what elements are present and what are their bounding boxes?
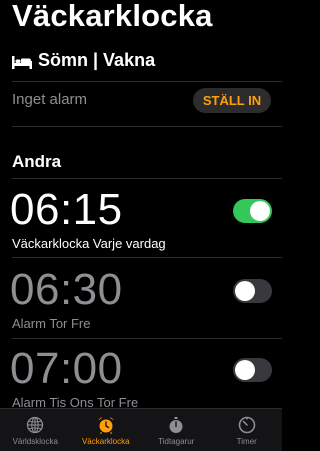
page-title: Väckarklocka xyxy=(12,0,213,33)
toggle-knob xyxy=(250,201,270,221)
alarm-toggle[interactable] xyxy=(233,358,272,382)
alarm-row[interactable]: 06:30 Alarm Tor Fre xyxy=(0,264,282,336)
divider xyxy=(12,338,282,339)
alarm-row[interactable]: 06:15 Väckarklocka Varje vardag xyxy=(0,184,282,256)
toggle-knob xyxy=(235,281,255,301)
alarm-time: 06:15 xyxy=(10,185,123,234)
alarm-toggle[interactable] xyxy=(233,279,272,303)
globe-icon xyxy=(27,416,44,434)
tab-label: Tidtagarur xyxy=(158,437,195,446)
tab-world-clock[interactable]: Världsklocka xyxy=(0,409,71,451)
tab-label: Väckarklocka xyxy=(81,437,130,446)
alarm-toggle[interactable] xyxy=(233,199,272,223)
alarm-time: 07:00 xyxy=(10,344,123,393)
alarm-time: 06:30 xyxy=(10,265,123,314)
timer-icon xyxy=(238,416,256,434)
toggle-knob xyxy=(235,360,255,380)
tab-timer[interactable]: Timer xyxy=(212,409,283,451)
tab-bar: Världsklocka Väckarklocka Tidtagarur Tim… xyxy=(0,408,282,451)
alarm-label: Väckarklocka Varje vardag xyxy=(12,236,166,251)
no-alarm-text: Inget alarm xyxy=(12,91,88,108)
tab-label: Timer xyxy=(236,437,257,446)
set-alarm-button[interactable]: STÄLL IN xyxy=(193,88,271,113)
sleep-wake-label: Sömn | Vakna xyxy=(38,49,156,70)
alarm-row[interactable]: 07:00 Alarm Tis Ons Tor Fre xyxy=(0,343,282,410)
alarm-label: Alarm Tor Fre xyxy=(12,316,91,331)
alarm-clock-icon xyxy=(98,417,114,434)
section-title: Andra xyxy=(12,152,62,171)
tab-label: Världsklocka xyxy=(12,437,58,446)
divider xyxy=(12,126,282,127)
divider xyxy=(12,178,282,179)
tab-alarm[interactable]: Väckarklocka xyxy=(71,409,142,451)
divider xyxy=(12,257,282,258)
sleep-wake-header: Sömn | Vakna xyxy=(12,48,155,72)
tab-stopwatch[interactable]: Tidtagarur xyxy=(141,409,212,451)
divider xyxy=(12,81,282,82)
bed-icon xyxy=(12,53,32,69)
stopwatch-icon xyxy=(169,417,183,433)
